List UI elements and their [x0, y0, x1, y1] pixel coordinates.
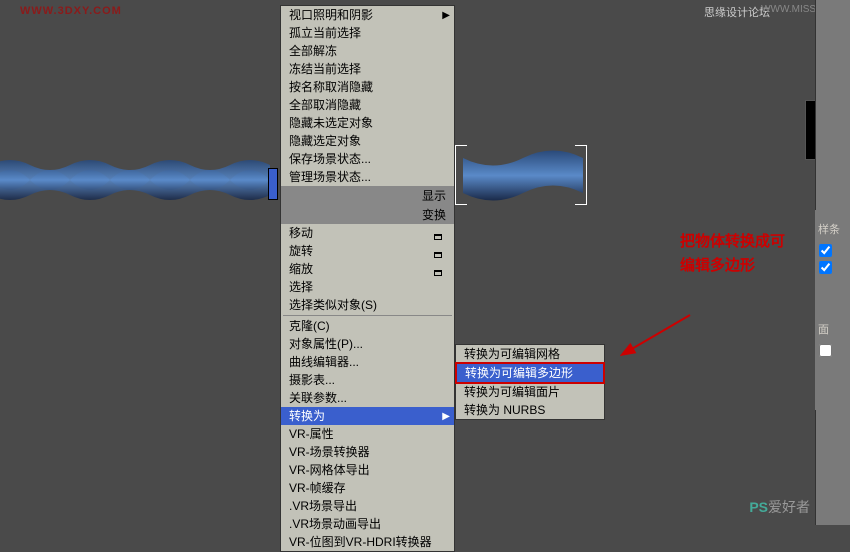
menu-vr-bitmap-hdri[interactable]: VR-位图到VR-HDRI转换器 [281, 533, 454, 551]
watermark-logo: PSPS爱好者爱好者 [749, 497, 810, 517]
wave-object-left [0, 155, 290, 205]
submenu-editable-patch[interactable]: 转换为可编辑面片 [456, 383, 604, 401]
menu-curve-editor[interactable]: 曲线编辑器... [281, 353, 454, 371]
menu-clone[interactable]: 克隆(C) [281, 317, 454, 335]
menu-header-display: 显示 [281, 186, 454, 205]
selection-bracket-right [575, 145, 587, 205]
menu-vr-mesh-export[interactable]: VR-网格体导出 [281, 461, 454, 479]
3d-viewport[interactable]: WWW.3DXY.COM 思缘设计论坛 WWW.MISSYUAN.COM 视口照… [0, 0, 850, 525]
menu-header-transform: 变换 [281, 205, 454, 224]
menu-select-similar[interactable]: 选择类似对象(S) [281, 296, 454, 314]
menu-scale[interactable]: 缩放 [281, 260, 454, 278]
tool-icon [434, 264, 444, 272]
modifier-panel: 样条 面 [815, 0, 850, 525]
submenu-nurbs[interactable]: 转换为 NURBS [456, 401, 604, 419]
panel-checkbox-2[interactable] [819, 261, 832, 274]
menu-object-properties[interactable]: 对象属性(P)... [281, 335, 454, 353]
panel-checkbox-3[interactable] [819, 344, 832, 357]
watermark-forum: 思缘设计论坛 [704, 4, 770, 20]
menu-vr-scene-export[interactable]: .VR场景导出 [281, 497, 454, 515]
menu-viewport-lighting[interactable]: 视口照明和阴影▶ [281, 6, 454, 24]
annotation-arrow-icon [620, 310, 700, 360]
convert-submenu: 转换为可编辑网格 转换为可编辑多边形 转换为可编辑面片 转换为 NURBS [455, 344, 605, 420]
menu-isolate-selection[interactable]: 孤立当前选择 [281, 24, 454, 42]
panel-face-label: 面 [815, 318, 850, 340]
submenu-arrow-icon: ▶ [442, 409, 450, 425]
color-indicator [268, 168, 278, 200]
menu-unhide-by-name[interactable]: 按名称取消隐藏 [281, 78, 454, 96]
menu-manage-scene-state[interactable]: 管理场景状态... [281, 168, 454, 186]
wave-object-right [463, 148, 583, 203]
menu-convert-to[interactable]: 转换为▶ [281, 407, 454, 425]
selection-bracket-left [455, 145, 467, 205]
menu-save-scene-state[interactable]: 保存场景状态... [281, 150, 454, 168]
context-menu: 视口照明和阴影▶ 孤立当前选择 全部解冻 冻结当前选择 按名称取消隐藏 全部取消… [280, 5, 455, 552]
menu-vr-properties[interactable]: VR-属性 [281, 425, 454, 443]
submenu-editable-poly[interactable]: 转换为可编辑多边形 [455, 362, 605, 384]
menu-unhide-all[interactable]: 全部取消隐藏 [281, 96, 454, 114]
menu-vr-frame-buffer[interactable]: VR-帧缓存 [281, 479, 454, 497]
panel-spline-label: 样条 [815, 218, 850, 240]
menu-move[interactable]: 移动 [281, 224, 454, 242]
menu-hide-unselected[interactable]: 隐藏未选定对象 [281, 114, 454, 132]
menu-vr-scene-anim-export[interactable]: .VR场景动画导出 [281, 515, 454, 533]
panel-section: 样条 面 [815, 210, 850, 410]
menu-dope-sheet[interactable]: 摄影表... [281, 371, 454, 389]
tool-icon [434, 246, 444, 254]
menu-freeze-selection[interactable]: 冻结当前选择 [281, 60, 454, 78]
submenu-editable-mesh[interactable]: 转换为可编辑网格 [456, 345, 604, 363]
submenu-arrow-icon: ▶ [442, 8, 450, 24]
menu-select[interactable]: 选择 [281, 278, 454, 296]
panel-checkbox-1[interactable] [819, 244, 832, 257]
menu-unfreeze-all[interactable]: 全部解冻 [281, 42, 454, 60]
annotation-text: 把物体转换成可 编辑多边形 [680, 230, 785, 278]
menu-vr-scene-converter[interactable]: VR-场景转换器 [281, 443, 454, 461]
menu-hide-selection[interactable]: 隐藏选定对象 [281, 132, 454, 150]
menu-separator [283, 315, 452, 316]
menu-wire-parameters[interactable]: 关联参数... [281, 389, 454, 407]
tool-icon [434, 228, 444, 236]
watermark-3dxy: WWW.3DXY.COM [20, 5, 122, 17]
menu-rotate[interactable]: 旋转 [281, 242, 454, 260]
